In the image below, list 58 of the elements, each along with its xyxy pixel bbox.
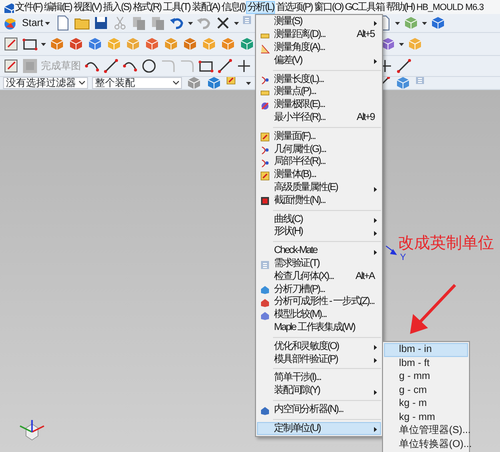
filter-dropdown[interactable]: 没有选择过滤器 bbox=[3, 77, 88, 89]
menu-item[interactable]: 测量极限(E)... bbox=[257, 98, 382, 112]
menu-bar-item[interactable]: 工具(T) bbox=[162, 0, 191, 14]
shortcut-label: Alt+9 bbox=[356, 112, 374, 124]
menu-bar-item[interactable]: 窗口(O) bbox=[313, 0, 344, 14]
menu-bar-item[interactable]: 分析(L) bbox=[246, 0, 275, 14]
menu-item[interactable]: 需求验证(T) bbox=[257, 258, 382, 270]
menu-item[interactable]: 截面惯性(N)... bbox=[257, 194, 382, 208]
submenu-item[interactable]: lbm - in bbox=[384, 343, 468, 356]
menu-bar-item[interactable]: 装配(A) bbox=[190, 0, 221, 14]
menu-bar-item[interactable]: 格式(R) bbox=[132, 0, 162, 14]
menu-item[interactable]: 定制单位(U) bbox=[257, 422, 382, 436]
menu-bar-item[interactable]: 编辑(E) bbox=[43, 0, 73, 14]
menu-item[interactable]: Check-Mate bbox=[257, 244, 382, 258]
menu-item[interactable]: 模具部件验证(P) bbox=[257, 353, 382, 366]
submenu-item[interactable]: lbm - ft bbox=[384, 356, 468, 370]
menu-bar-item[interactable]: GC工具箱 bbox=[344, 0, 386, 14]
submenu-item[interactable]: g - mm bbox=[384, 370, 468, 384]
menu-item[interactable]: 最小半径(R)... Alt+9 bbox=[257, 112, 382, 124]
menu-item[interactable]: Maple 工作表集成(W) bbox=[257, 322, 382, 334]
menu-item[interactable]: 曲线(C) bbox=[257, 213, 382, 226]
annotation-text: 改成英制单位 bbox=[398, 234, 494, 254]
menu-item[interactable]: 模型比较(M)... bbox=[257, 308, 382, 322]
submenu-item[interactable]: kg - mm bbox=[384, 410, 468, 424]
scope-dropdown[interactable]: 整个装配 bbox=[92, 77, 182, 89]
submenu-item[interactable]: 单位管理器(S)... bbox=[384, 424, 468, 438]
shortcut-label: Alt+5 bbox=[356, 29, 374, 42]
menu-bar-item[interactable]: 帮助(H) bbox=[385, 0, 416, 14]
shortcut-label: Alt+A bbox=[354, 270, 374, 283]
menu-item[interactable]: 内空间分析器(N)... bbox=[257, 404, 382, 416]
menu-item[interactable]: 局部半径(R)... bbox=[257, 156, 382, 169]
menu-item[interactable]: 分析可成形性 - 一步式(Z)... bbox=[257, 296, 382, 309]
menu-item[interactable]: 装配间隙(Y) bbox=[257, 384, 382, 398]
menu-item[interactable]: 高级质量属性(E) bbox=[257, 182, 382, 194]
menu-item[interactable]: 测量体(B)... bbox=[257, 168, 382, 182]
menu-item[interactable]: 测量面(F)... bbox=[257, 130, 382, 144]
menu-item[interactable]: 检查几何体(X)... Alt+A bbox=[257, 270, 382, 284]
start-button[interactable]: Start bbox=[20, 16, 52, 30]
menu-bar-item[interactable]: HB_MOULD M6.3 bbox=[415, 0, 485, 14]
submenu-item[interactable]: g - cm bbox=[384, 384, 468, 397]
menu-item[interactable]: 分析刀槽(P)... bbox=[257, 283, 382, 296]
menu-item[interactable]: 测量点(P)... bbox=[257, 86, 382, 99]
menu-item[interactable]: 形状(H) bbox=[257, 226, 382, 239]
menu-item[interactable]: 测量距离(D)... Alt+5 bbox=[257, 28, 382, 42]
menu-bar-item[interactable]: 信息(I) bbox=[220, 0, 246, 14]
menu-item[interactable]: 几何属性(G)... bbox=[257, 143, 382, 156]
submenu-item[interactable]: kg - m bbox=[384, 397, 468, 410]
axis-label: Y bbox=[400, 251, 406, 264]
menu-item[interactable]: 测量角度(A)... bbox=[257, 42, 382, 54]
menu-item[interactable]: 优化和灵敏度(O) bbox=[257, 340, 382, 354]
menu-bar-item[interactable]: 插入(S) bbox=[102, 0, 132, 14]
menu-bar-item[interactable]: 文件(F) bbox=[14, 0, 44, 14]
menu-item[interactable]: 简单干涉(I)... bbox=[257, 372, 382, 385]
menu-bar-item[interactable]: 视图(V) bbox=[72, 0, 102, 14]
menu-item[interactable]: 偏差(V) bbox=[257, 54, 382, 68]
menu-bar-item[interactable]: 首选项(P) bbox=[274, 0, 314, 14]
menu-item[interactable]: 测量长度(L)... bbox=[257, 73, 382, 86]
menu-item[interactable]: 测量(S) bbox=[257, 16, 382, 29]
